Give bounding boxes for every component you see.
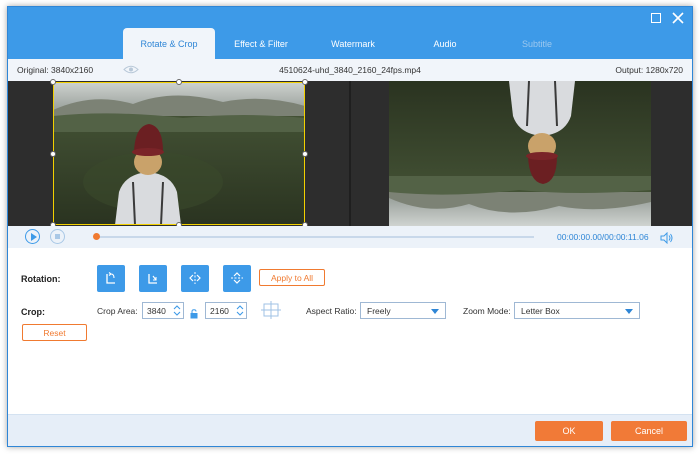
crop-width-field[interactable]: 3840: [142, 302, 184, 319]
rotate-left-button[interactable]: [97, 265, 125, 292]
crop-frame[interactable]: [53, 82, 305, 225]
crop-handle-top-left[interactable]: [50, 79, 56, 85]
reset-button[interactable]: Reset: [22, 324, 87, 341]
rotate-left-icon: [106, 272, 115, 284]
flip-horizontal-icon: [189, 272, 201, 284]
crop-height-field[interactable]: 2160: [205, 302, 247, 319]
rotate-crop-dialog: Rotate & Crop Effect & Filter Watermark …: [7, 6, 693, 447]
center-crop-icon[interactable]: [260, 300, 282, 325]
flip-vertical-icon: [231, 272, 243, 284]
close-icon[interactable]: [671, 11, 685, 25]
zoom-mode-label: Zoom Mode:: [463, 306, 511, 316]
total-time: /00:00:11.06: [601, 232, 649, 242]
file-name: 4510624-uhd_3840_2160_24fps.mp4: [279, 65, 421, 75]
preview-area: [8, 79, 692, 228]
original-preview: [8, 79, 349, 228]
crop-handle-middle-right[interactable]: [302, 151, 308, 157]
chevron-down-icon: [431, 309, 439, 314]
info-bar: Original: 3840x2160 4510624-uhd_3840_216…: [8, 59, 692, 81]
crop-handle-middle-left[interactable]: [50, 151, 56, 157]
tab-strip: Rotate & Crop Effect & Filter Watermark …: [123, 28, 583, 59]
title-bar: Rotate & Crop Effect & Filter Watermark …: [8, 7, 692, 59]
maximize-icon[interactable]: [649, 11, 663, 25]
zoom-mode-value: Letter Box: [521, 306, 560, 316]
rotation-label: Rotation:: [21, 274, 61, 284]
tab-rotate-crop[interactable]: Rotate & Crop: [123, 28, 215, 59]
flip-horizontal-button[interactable]: [181, 265, 209, 292]
volume-icon[interactable]: [660, 231, 673, 249]
output-resolution: Output: 1280x720: [615, 65, 683, 75]
progress-knob[interactable]: [93, 233, 100, 240]
playback-bar: 00:00:00.00/00:00:11.06: [8, 226, 692, 248]
crop-handle-top-center[interactable]: [176, 79, 182, 85]
output-preview: [351, 81, 692, 226]
footer: OK Cancel: [8, 414, 692, 446]
crop-height-stepper-icon[interactable]: [236, 304, 244, 317]
aspect-ratio-label: Aspect Ratio:: [306, 306, 357, 316]
ok-button[interactable]: OK: [535, 421, 603, 441]
rotate-right-button[interactable]: [139, 265, 167, 292]
zoom-mode-select[interactable]: Letter Box: [514, 302, 640, 319]
tab-audio[interactable]: Audio: [399, 28, 491, 59]
aspect-ratio-value: Freely: [367, 306, 391, 316]
crop-label: Crop:: [21, 307, 45, 317]
crop-handle-top-right[interactable]: [302, 79, 308, 85]
tab-subtitle[interactable]: Subtitle: [491, 28, 583, 59]
cancel-button[interactable]: Cancel: [611, 421, 687, 441]
aspect-ratio-select[interactable]: Freely: [360, 302, 446, 319]
apply-to-all-button[interactable]: Apply to All: [259, 269, 325, 286]
chevron-down-icon: [625, 309, 633, 314]
flip-vertical-button[interactable]: [223, 265, 251, 292]
time-display: 00:00:00.00/00:00:11.06: [557, 232, 649, 242]
current-time: 00:00:00.00: [557, 232, 602, 242]
crop-width-stepper-icon[interactable]: [173, 304, 181, 317]
output-video-frame: [389, 81, 651, 226]
lock-icon[interactable]: [190, 306, 198, 324]
crop-width-value: 3840: [147, 306, 166, 316]
rotate-right-icon: [148, 274, 157, 284]
play-icon: [31, 233, 37, 241]
stop-icon: [55, 234, 60, 239]
tab-watermark[interactable]: Watermark: [307, 28, 399, 59]
progress-track[interactable]: [96, 236, 534, 238]
tab-effect-filter[interactable]: Effect & Filter: [215, 28, 307, 59]
stop-button[interactable]: [50, 229, 65, 244]
play-button[interactable]: [25, 229, 40, 244]
crop-area-label: Crop Area:: [97, 306, 138, 316]
crop-height-value: 2160: [210, 306, 229, 316]
